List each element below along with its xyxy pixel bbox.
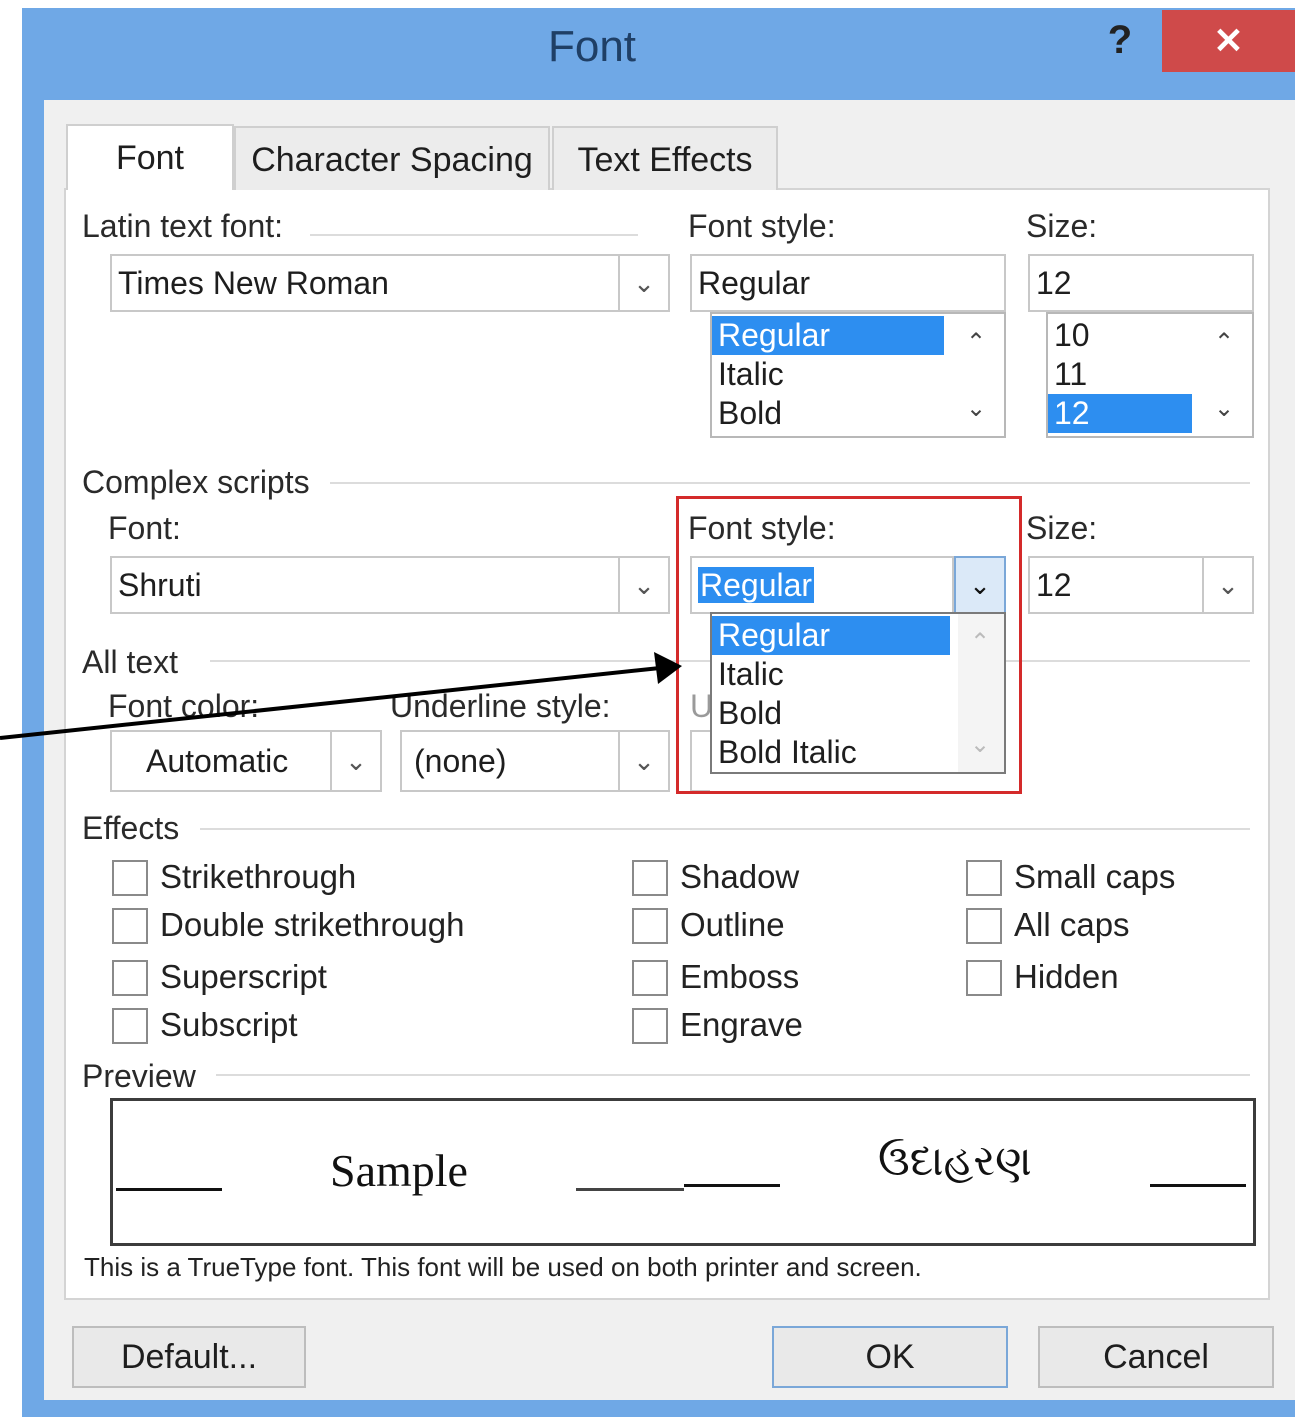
preview-line: [684, 1184, 780, 1187]
double-strikethrough-label: Double strikethrough: [160, 906, 465, 943]
small-caps-label: Small caps: [1014, 858, 1176, 895]
preview-section-label: Preview: [82, 1058, 196, 1094]
strikethrough-label: Strikethrough: [160, 858, 357, 895]
preview-line: [576, 1188, 684, 1191]
outline-label: Outline: [680, 906, 785, 943]
subscript-label: Subscript: [160, 1006, 298, 1043]
all-caps-label: All caps: [1014, 906, 1130, 943]
effects-separator: [200, 828, 1250, 830]
outline-checkbox[interactable]: [632, 908, 668, 944]
double-strikethrough-checkbox[interactable]: [112, 908, 148, 944]
effects-section-label: Effects: [82, 810, 180, 846]
hidden-label: Hidden: [1014, 958, 1119, 995]
all-caps-checkbox[interactable]: [966, 908, 1002, 944]
default-button[interactable]: Default...: [72, 1326, 306, 1388]
superscript-checkbox[interactable]: [112, 960, 148, 996]
small-caps-checkbox[interactable]: [966, 860, 1002, 896]
preview-line: [1150, 1184, 1246, 1187]
engrave-checkbox[interactable]: [632, 1008, 668, 1044]
engrave-label: Engrave: [680, 1006, 803, 1043]
preview-sample-text: Sample: [330, 1145, 468, 1196]
cancel-button[interactable]: Cancel: [1038, 1326, 1274, 1388]
preview-complex-sample: ઉદાહરણ: [878, 1136, 1032, 1185]
superscript-label: Superscript: [160, 958, 327, 995]
hidden-checkbox[interactable]: [966, 960, 1002, 996]
font-info-text: This is a TrueType font. This font will …: [84, 1252, 922, 1282]
subscript-checkbox[interactable]: [112, 1008, 148, 1044]
strikethrough-checkbox[interactable]: [112, 860, 148, 896]
ok-button[interactable]: OK: [772, 1326, 1008, 1388]
emboss-label: Emboss: [680, 958, 800, 995]
emboss-checkbox[interactable]: [632, 960, 668, 996]
preview-box: [110, 1098, 1256, 1246]
shadow-checkbox[interactable]: [632, 860, 668, 896]
preview-separator: [216, 1074, 1250, 1076]
shadow-label: Shadow: [680, 858, 800, 895]
preview-line: [116, 1188, 222, 1191]
